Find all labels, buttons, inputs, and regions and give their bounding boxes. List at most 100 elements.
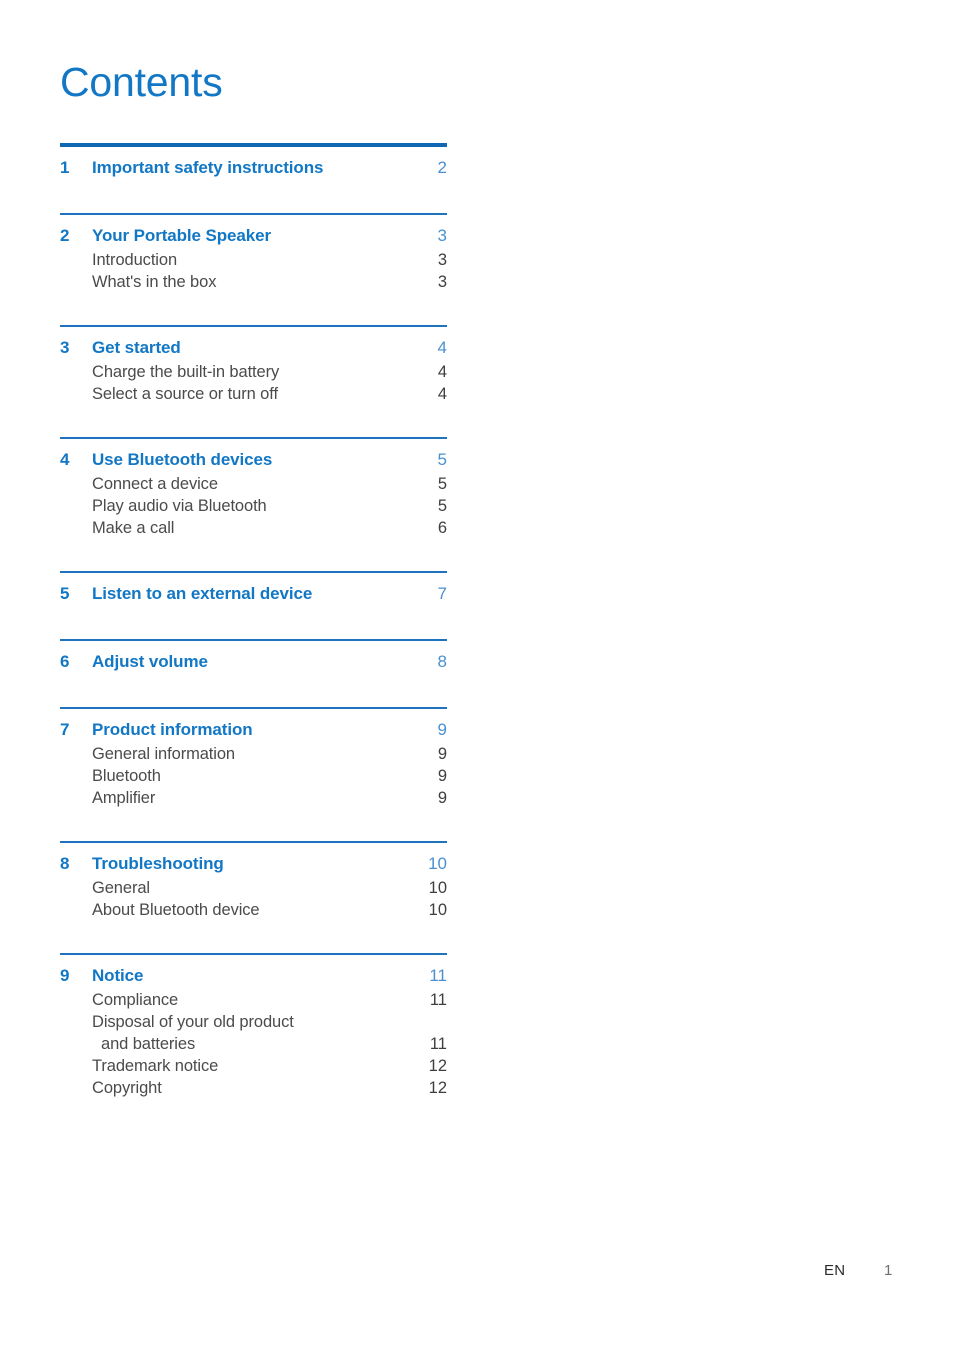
section-number: 8 (60, 854, 70, 873)
entry-page-number: 3 (437, 251, 447, 269)
toc-section: 7 Product information 9 General information… (60, 674, 447, 808)
toc-entry-row[interactable]: Compliance 11 (60, 988, 447, 1010)
entry-page-number: 5 (437, 475, 447, 493)
section-number: 6 (60, 652, 70, 671)
toc-section-row[interactable]: 9 Notice 11 (60, 955, 447, 988)
toc-section: 2 Your Portable Speaker 3 Introduction 3 What… (60, 180, 447, 292)
toc-section: 3 Get started 4 Charge the built-in battery… (60, 292, 447, 404)
toc-section: 1 Important safety instructions 2 (60, 143, 447, 180)
entry-page-number: 10 (428, 901, 447, 919)
entry-page-number: 4 (437, 363, 447, 381)
toc-section: 5 Listen to an external device 7 (60, 538, 447, 606)
toc-entry-row[interactable]: and batteries 11 (60, 1032, 447, 1054)
entry-title: What's in the box (92, 273, 217, 291)
section-number: 1 (60, 158, 70, 177)
entry-page-number: 4 (437, 385, 447, 403)
section-page-number: 4 (437, 338, 447, 357)
section-page-number: 9 (437, 720, 447, 739)
toc-entry-row[interactable]: General 10 (60, 876, 447, 898)
toc-section-row[interactable]: 2 Your Portable Speaker 3 (60, 215, 447, 248)
entry-title: Play audio via Bluetooth (92, 497, 267, 515)
entry-title: Make a call (92, 519, 175, 537)
toc-section: 8 Troubleshooting 10 General 10 About Bluetoo… (60, 808, 447, 920)
footer-language: EN (824, 1262, 846, 1279)
section-page-number: 10 (428, 854, 447, 873)
section-title: Your Portable Speaker (92, 226, 271, 245)
toc-section-row[interactable]: 7 Product information 9 (60, 709, 447, 742)
section-title: Listen to an external device (92, 584, 313, 603)
toc-entry-row[interactable]: Select a source or turn off 4 (60, 382, 447, 404)
page-title: Contents (60, 59, 223, 105)
entry-title: Bluetooth (92, 767, 161, 785)
entry-title: Trademark notice (92, 1057, 219, 1075)
entry-title: and batteries (101, 1035, 196, 1053)
toc-entry-row[interactable]: Copyright 12 (60, 1076, 447, 1098)
section-title: Notice (92, 966, 144, 985)
toc-entry-row[interactable]: Make a call 6 (60, 516, 447, 538)
entry-title: About Bluetooth device (92, 901, 260, 919)
entry-title: Amplifier (92, 789, 156, 807)
toc-section-row[interactable]: 3 Get started 4 (60, 327, 447, 360)
toc-entry-row[interactable]: About Bluetooth device 10 (60, 898, 447, 920)
entry-title: Compliance (92, 991, 179, 1009)
section-number: 2 (60, 226, 70, 245)
toc-section-row[interactable]: 1 Important safety instructions 2 (60, 147, 447, 180)
toc-section: 9 Notice 11 Compliance 11 Disposal of your ol… (60, 920, 447, 1098)
section-number: 7 (60, 720, 70, 739)
section-title: Use Bluetooth devices (92, 450, 273, 469)
toc-entry-row[interactable]: Disposal of your old product (60, 1010, 447, 1032)
entry-title: Charge the built-in battery (92, 363, 280, 381)
entry-page-number: 6 (437, 519, 447, 537)
section-number: 3 (60, 338, 70, 357)
table-of-contents: 1 Important safety instructions 2 2 Your Por… (60, 143, 447, 1098)
toc-entry-row[interactable]: Charge the built-in battery 4 (60, 360, 447, 382)
section-title: Important safety instructions (92, 158, 324, 177)
toc-entry-row[interactable]: Amplifier 9 (60, 786, 447, 808)
toc-entry-row[interactable]: Play audio via Bluetooth 5 (60, 494, 447, 516)
toc-entry-row[interactable]: Trademark notice 12 (60, 1054, 447, 1076)
entry-title: General information (92, 745, 236, 763)
section-page-number: 11 (429, 966, 447, 985)
toc-entry-row[interactable]: Bluetooth 9 (60, 764, 447, 786)
section-title: Product information (92, 720, 253, 739)
toc-entry-row[interactable]: Introduction 3 (60, 248, 447, 270)
toc-entry-row[interactable]: What's in the box 3 (60, 270, 447, 292)
entry-page-number: 12 (428, 1079, 447, 1097)
footer-page-number: 1 (884, 1262, 893, 1279)
toc-section-row[interactable]: 5 Listen to an external device 7 (60, 573, 447, 606)
entry-page-number: 9 (437, 745, 447, 763)
section-page-number: 7 (437, 584, 447, 603)
toc-section-row[interactable]: 6 Adjust volume 8 (60, 641, 447, 674)
section-title: Get started (92, 338, 181, 357)
toc-section-row[interactable]: 4 Use Bluetooth devices 5 (60, 439, 447, 472)
section-title: Adjust volume (92, 652, 208, 671)
entry-title: Connect a device (92, 475, 218, 493)
document-page: Contents 1 Important safety instructions 2… (0, 0, 954, 1350)
toc-entry-row[interactable]: Connect a device 5 (60, 472, 447, 494)
section-number: 5 (60, 584, 70, 603)
entry-title: Disposal of your old product (92, 1013, 294, 1031)
toc-section: 4 Use Bluetooth devices 5 Connect a device 5… (60, 404, 447, 538)
section-page-number: 2 (437, 158, 447, 177)
toc-section: 6 Adjust volume 8 (60, 606, 447, 674)
entry-page-number: 9 (437, 767, 447, 785)
toc-section-row[interactable]: 8 Troubleshooting 10 (60, 843, 447, 876)
section-number: 4 (60, 450, 70, 469)
entry-title: Select a source or turn off (92, 385, 278, 403)
toc-entry-row[interactable]: General information 9 (60, 742, 447, 764)
entry-page-number: 12 (428, 1057, 447, 1075)
section-title: Troubleshooting (92, 854, 224, 873)
entry-title: Introduction (92, 251, 178, 269)
entry-page-number: 9 (437, 789, 447, 807)
section-page-number: 8 (437, 652, 447, 671)
entry-page-number: 10 (428, 879, 447, 897)
entry-page-number: 3 (437, 273, 447, 291)
section-number: 9 (60, 966, 70, 985)
